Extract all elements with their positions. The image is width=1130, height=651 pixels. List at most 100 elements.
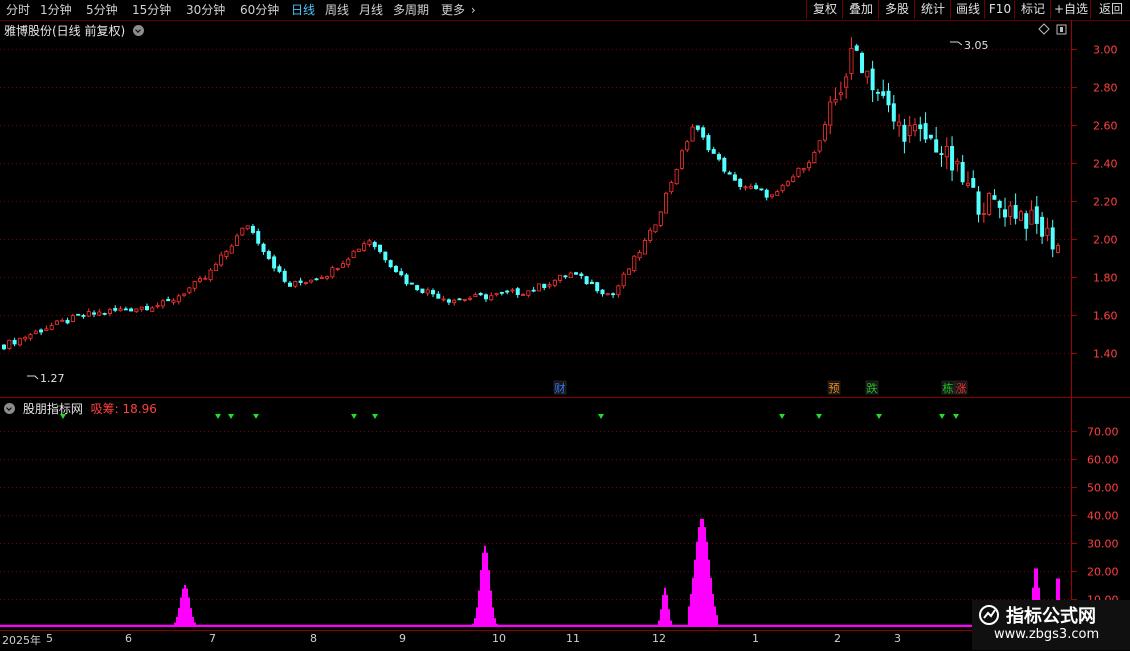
overlay-button[interactable]: 叠加 xyxy=(842,0,879,19)
period-tab-multi[interactable]: 多周期 xyxy=(393,2,429,18)
event-markers[interactable]: 财 预 跌 栋涨 xyxy=(553,380,968,395)
indicator-bar xyxy=(544,624,546,627)
indicator-bar xyxy=(88,624,90,627)
indicator-bar xyxy=(330,624,332,627)
period-tab-more[interactable]: 更多 › xyxy=(441,2,476,18)
indicator-bar xyxy=(290,624,292,627)
indicator-bar xyxy=(584,624,586,627)
period-tab-60min[interactable]: 60分钟 xyxy=(240,2,279,18)
indicator-bar xyxy=(932,624,934,627)
indicator-bar xyxy=(78,624,80,627)
indicator-bar xyxy=(798,624,800,627)
period-tab-1min[interactable]: 1分钟 xyxy=(40,2,72,18)
candle-body xyxy=(664,192,669,214)
indicator-bar xyxy=(840,624,842,627)
indicator-bar xyxy=(112,624,114,627)
candle-body xyxy=(706,135,711,151)
indicator-bar xyxy=(776,624,778,627)
diamond-icon[interactable] xyxy=(1038,23,1050,35)
candle-body xyxy=(113,308,118,311)
site-logo-icon xyxy=(979,605,999,625)
indicator-bar xyxy=(70,624,72,627)
indicator-bar xyxy=(926,624,928,627)
period-tab-fenshi[interactable]: 分时 xyxy=(6,2,30,18)
indicator-bar xyxy=(80,624,82,627)
indicator-bar xyxy=(738,624,740,627)
add-watchlist-button[interactable]: +自选 xyxy=(1050,0,1091,19)
candle-body xyxy=(531,289,536,292)
indicator-bar xyxy=(240,624,242,627)
indicator-bar xyxy=(438,624,440,627)
indicator-bar xyxy=(700,518,702,627)
indicator-bar xyxy=(38,624,40,627)
indicator-bar xyxy=(682,624,684,627)
kline-chart[interactable]: 3.00 2.80 2.60 2.40 2.20 2.00 1.80 1.60 1.40 3.0… xyxy=(0,20,1130,397)
candle-body xyxy=(272,256,277,269)
indicator-bar xyxy=(360,624,362,627)
indicator-bar xyxy=(848,624,850,627)
chevron-down-icon[interactable] xyxy=(133,25,145,36)
indicator-bar xyxy=(706,541,708,627)
kline-panel[interactable]: 3.00 2.80 2.60 2.40 2.20 2.00 1.80 1.60 1.40 3.0… xyxy=(0,20,1130,397)
indicator-chart[interactable]: 70.0060.0050.0040.0030.0020.0010.00 xyxy=(0,398,1130,630)
indicator-bar xyxy=(550,624,552,627)
indicator-bar xyxy=(316,624,318,627)
period-tab-monthly[interactable]: 月线 xyxy=(359,2,383,18)
indicator-bar xyxy=(854,624,856,627)
indicator-bar xyxy=(800,624,802,627)
indicator-panel[interactable]: 70.0060.0050.0040.0030.0020.0010.00 股朋指标… xyxy=(0,397,1130,630)
date-axis[interactable]: 2025年 5 6 7 8 9 10 11 12 1 2 3 xyxy=(0,630,1130,651)
indicator-bar xyxy=(868,624,870,627)
indicator-bar xyxy=(730,624,732,627)
chevron-down-icon[interactable] xyxy=(4,403,15,414)
indicator-bar xyxy=(502,624,504,627)
candle-body xyxy=(785,181,790,186)
indicator-bar xyxy=(62,624,64,627)
indicator-bar xyxy=(866,624,868,627)
candle-body xyxy=(833,98,838,103)
signal-arrow-icon xyxy=(253,414,259,419)
mark-button[interactable]: 标记 xyxy=(1014,0,1051,19)
indicator-bar xyxy=(540,624,542,627)
multi-stock-button[interactable]: 多股 xyxy=(878,0,915,19)
indicator-bar xyxy=(924,624,926,627)
candle-body xyxy=(441,298,446,301)
indicator-bar xyxy=(922,624,924,627)
candle-body xyxy=(335,268,340,271)
candle-body xyxy=(468,297,473,300)
indicator-bar xyxy=(886,624,888,627)
panel-tools[interactable] xyxy=(1037,23,1071,37)
candle-body xyxy=(589,281,594,285)
candle-body xyxy=(330,267,335,278)
indicator-bar xyxy=(632,624,634,627)
period-tab-daily[interactable]: 日线 xyxy=(291,2,315,18)
indicator-bar xyxy=(946,624,948,627)
indicator-bar xyxy=(712,593,714,627)
indicator-bar xyxy=(314,624,316,627)
indicator-bar xyxy=(782,624,784,627)
stock-title[interactable]: 雅博股份(日线 前复权) xyxy=(4,22,148,39)
back-button[interactable]: 返回 xyxy=(1090,0,1130,19)
period-tab-15min[interactable]: 15分钟 xyxy=(132,2,171,18)
indicator-bar xyxy=(384,624,386,627)
indicator-bar xyxy=(768,624,770,627)
candle-body xyxy=(1029,209,1034,225)
indicator-bar xyxy=(910,624,912,627)
indicator-bar xyxy=(76,624,78,627)
period-tab-weekly[interactable]: 周线 xyxy=(325,2,349,18)
f10-button[interactable]: F10 xyxy=(984,0,1015,19)
indicator-bar xyxy=(534,624,536,627)
fuquan-button[interactable]: 复权 xyxy=(806,0,843,19)
indicator-bar xyxy=(236,624,238,627)
period-tab-30min[interactable]: 30分钟 xyxy=(186,2,225,18)
candle-body xyxy=(235,235,240,246)
indicator-title[interactable]: 股朋指标网 吸筹: 18.96 xyxy=(4,400,157,417)
candle-body xyxy=(574,272,579,275)
indicator-bar xyxy=(262,624,264,627)
low-pointer xyxy=(27,375,39,380)
indicator-bar xyxy=(224,624,226,627)
indicator-bar xyxy=(74,624,76,627)
statistics-button[interactable]: 统计 xyxy=(914,0,951,19)
draw-line-button[interactable]: 画线 xyxy=(950,0,985,19)
period-tab-5min[interactable]: 5分钟 xyxy=(86,2,118,18)
